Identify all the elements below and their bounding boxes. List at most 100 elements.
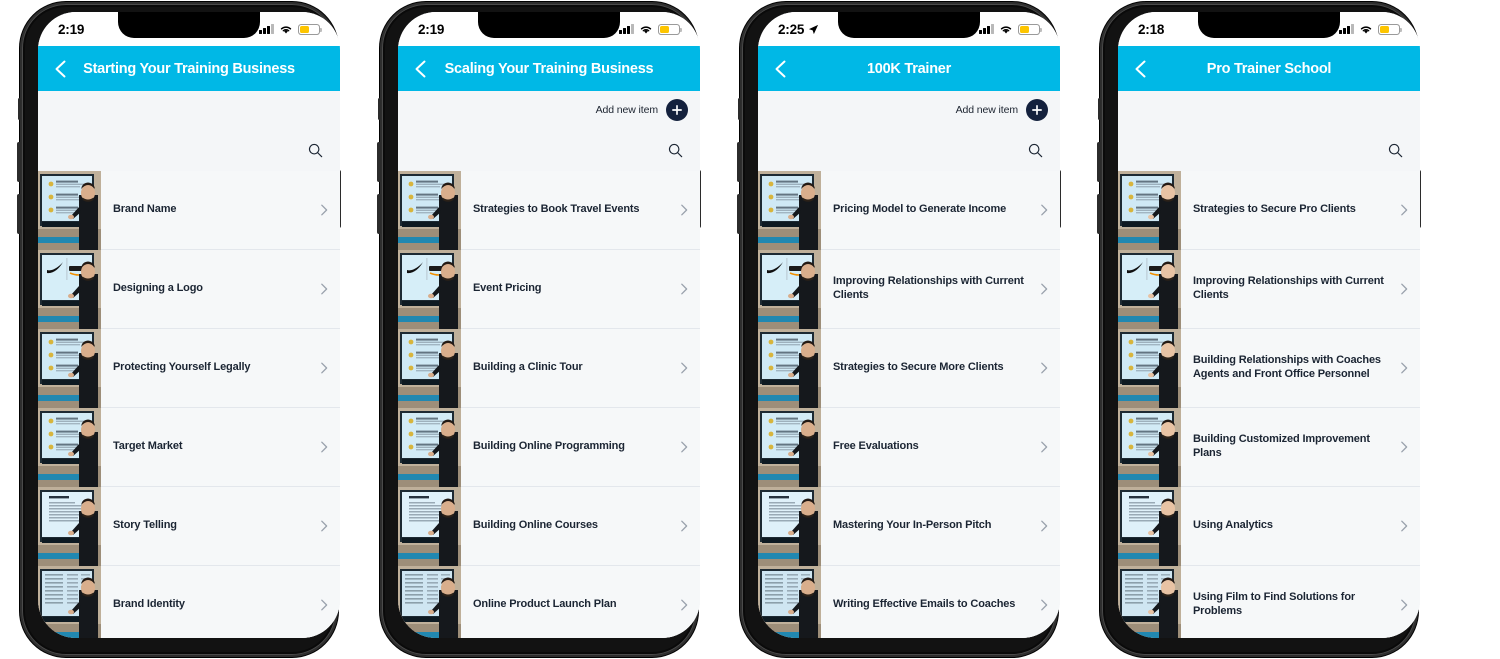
chevron-right-icon[interactable]	[1396, 597, 1412, 613]
volume-up-button[interactable]	[1097, 142, 1101, 182]
chevron-right-icon[interactable]	[676, 439, 692, 455]
list-item-body: Improving Relationships with Current Cli…	[1181, 250, 1420, 328]
chevron-right-icon[interactable]	[316, 202, 332, 218]
list-item[interactable]: Free Evaluations	[758, 408, 1060, 487]
chevron-right-icon	[677, 519, 691, 533]
search-button[interactable]	[1022, 137, 1048, 163]
chevron-right-icon[interactable]	[676, 281, 692, 297]
lesson-list[interactable]: Brand Name Designing a Logo Protecting You…	[38, 171, 340, 638]
chevron-right-icon[interactable]	[1396, 360, 1412, 376]
add-new-item-control[interactable]: Add new item	[596, 99, 688, 121]
chevron-right-icon[interactable]	[316, 439, 332, 455]
list-item-body: Mastering Your In-Person Pitch	[821, 487, 1060, 565]
list-item[interactable]: Event Pricing	[398, 250, 700, 329]
mute-switch[interactable]	[18, 98, 21, 120]
list-item[interactable]: Designing a Logo	[38, 250, 340, 329]
chevron-right-icon[interactable]	[676, 597, 692, 613]
lesson-list[interactable]: Strategies to Book Travel Events Event Pr…	[398, 171, 700, 638]
list-item[interactable]: Building Online Courses	[398, 487, 700, 566]
list-item-title: Designing a Logo	[113, 282, 316, 296]
cellular-signal-icon	[979, 24, 994, 34]
chevron-right-icon[interactable]	[1036, 281, 1052, 297]
volume-down-button[interactable]	[1097, 194, 1101, 234]
lesson-thumbnail	[38, 408, 101, 487]
chevron-right-icon[interactable]	[316, 518, 332, 534]
list-item-title: Free Evaluations	[833, 440, 1036, 454]
volume-up-button[interactable]	[17, 142, 21, 182]
list-item[interactable]: Writing Effective Emails to Coaches	[758, 566, 1060, 638]
lesson-thumbnail	[758, 329, 821, 408]
chevron-right-icon[interactable]	[316, 281, 332, 297]
mute-switch[interactable]	[378, 98, 381, 120]
list-item-body: Strategies to Book Travel Events	[461, 171, 700, 249]
status-time-group: 2:19	[58, 22, 84, 37]
list-item[interactable]: Strategies to Secure Pro Clients	[1118, 171, 1420, 250]
list-item-title: Story Telling	[113, 519, 316, 533]
add-button[interactable]	[666, 99, 688, 121]
list-item[interactable]: Using Film to Find Solutions for Problem…	[1118, 566, 1420, 638]
chevron-right-icon[interactable]	[316, 597, 332, 613]
lesson-list[interactable]: Pricing Model to Generate IncomeImprovin…	[758, 171, 1060, 638]
list-item-title: Event Pricing	[473, 282, 676, 296]
chevron-right-icon[interactable]	[1036, 518, 1052, 534]
list-item-body: Protecting Yourself Legally	[101, 329, 340, 407]
chevron-right-icon[interactable]	[1036, 597, 1052, 613]
lesson-list[interactable]: Strategies to Secure Pro Clients Improvin…	[1118, 171, 1420, 638]
mute-switch[interactable]	[738, 98, 741, 120]
chevron-right-icon[interactable]	[316, 360, 332, 376]
list-item[interactable]: Strategies to Book Travel Events	[398, 171, 700, 250]
list-item[interactable]: Protecting Yourself Legally	[38, 329, 340, 408]
chevron-right-icon	[317, 519, 331, 533]
list-item[interactable]: Brand Identity	[38, 566, 340, 638]
chevron-right-icon[interactable]	[676, 360, 692, 376]
volume-up-button[interactable]	[377, 142, 381, 182]
list-item[interactable]: Building Relationships with Coaches Agen…	[1118, 329, 1420, 408]
page-title: Pro Trainer School	[1207, 61, 1331, 77]
lesson-thumbnail	[38, 487, 101, 566]
chevron-right-icon[interactable]	[1396, 518, 1412, 534]
back-button[interactable]	[1130, 58, 1152, 80]
list-item[interactable]: Story Telling	[38, 487, 340, 566]
chevron-right-icon[interactable]	[1396, 202, 1412, 218]
mute-switch[interactable]	[1098, 98, 1101, 120]
search-button[interactable]	[662, 137, 688, 163]
volume-up-button[interactable]	[737, 142, 741, 182]
add-button[interactable]	[1026, 99, 1048, 121]
list-item[interactable]: Using Analytics	[1118, 487, 1420, 566]
list-item-body: Writing Effective Emails to Coaches	[821, 566, 1060, 638]
list-item[interactable]: Improving Relationships with Current Cli…	[1118, 250, 1420, 329]
chevron-right-icon[interactable]	[676, 518, 692, 534]
list-item[interactable]: Building Online Programming	[398, 408, 700, 487]
list-item[interactable]: Target Market	[38, 408, 340, 487]
volume-down-button[interactable]	[377, 194, 381, 234]
list-item-body: Free Evaluations	[821, 408, 1060, 486]
list-item[interactable]: Pricing Model to Generate Income	[758, 171, 1060, 250]
chevron-right-icon[interactable]	[1396, 439, 1412, 455]
search-button[interactable]	[302, 137, 328, 163]
back-button[interactable]	[410, 58, 432, 80]
chevron-right-icon	[677, 598, 691, 612]
chevron-right-icon[interactable]	[676, 202, 692, 218]
chevron-right-icon[interactable]	[1396, 281, 1412, 297]
list-item-title: Strategies to Secure Pro Clients	[1193, 203, 1396, 217]
list-item[interactable]: Strategies to Secure More Clients	[758, 329, 1060, 408]
list-item[interactable]: Building Customized Improvement Plans	[1118, 408, 1420, 487]
add-new-item-control[interactable]: Add new item	[956, 99, 1048, 121]
chevron-right-icon[interactable]	[1036, 439, 1052, 455]
list-item[interactable]: Online Product Launch Plan	[398, 566, 700, 638]
back-button[interactable]	[50, 58, 72, 80]
volume-down-button[interactable]	[17, 194, 21, 234]
back-button[interactable]	[770, 58, 792, 80]
chevron-right-icon[interactable]	[1036, 360, 1052, 376]
volume-down-button[interactable]	[737, 194, 741, 234]
list-item[interactable]: Improving Relationships with Current Cli…	[758, 250, 1060, 329]
list-item[interactable]: Mastering Your In-Person Pitch	[758, 487, 1060, 566]
search-icon	[667, 142, 684, 159]
search-button[interactable]	[1382, 137, 1408, 163]
nav-bar: Pro Trainer School	[1118, 46, 1420, 91]
list-item-title: Building Online Courses	[473, 519, 676, 533]
chevron-right-icon[interactable]	[1036, 202, 1052, 218]
lesson-thumbnail	[398, 171, 461, 250]
list-item[interactable]: Brand Name	[38, 171, 340, 250]
list-item[interactable]: Building a Clinic Tour	[398, 329, 700, 408]
